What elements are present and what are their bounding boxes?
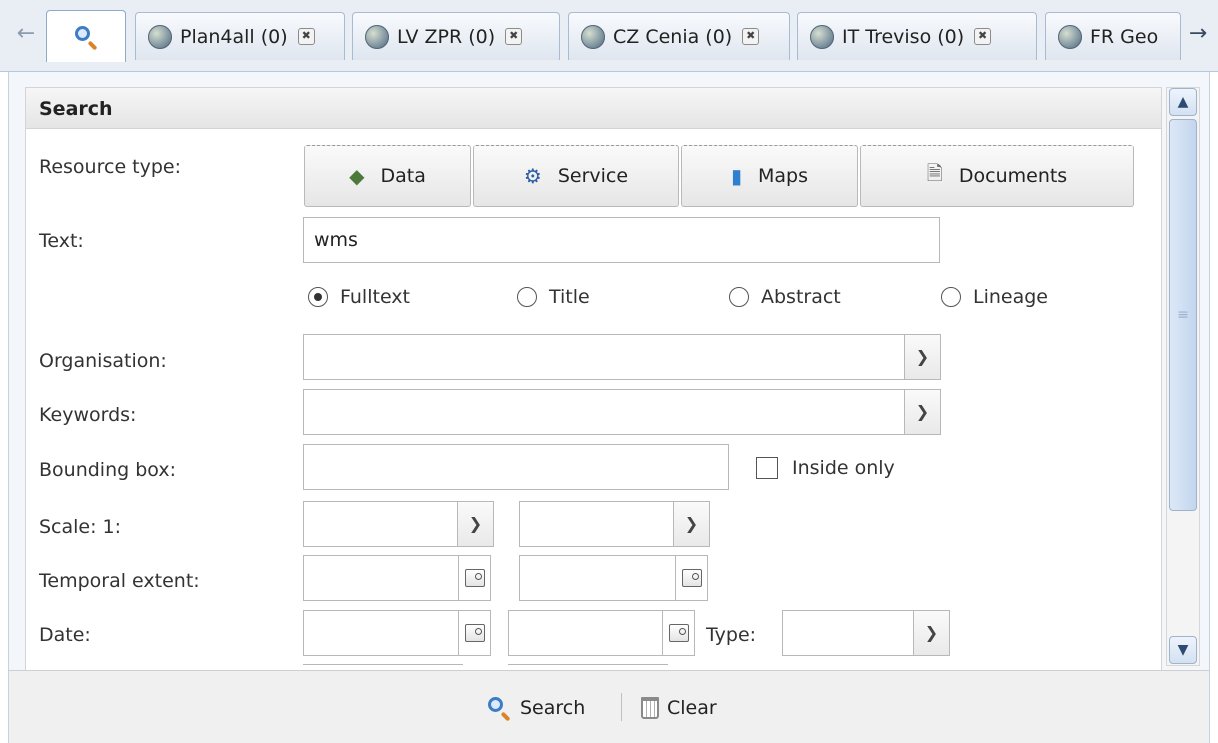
close-icon[interactable]: ✖ xyxy=(505,28,523,45)
globe-icon xyxy=(1058,24,1082,49)
tab-label: LV ZPR (0) xyxy=(397,25,496,48)
scale-label: Scale: 1: xyxy=(39,516,122,538)
temporal-from-input[interactable] xyxy=(303,555,459,601)
resource-documents-button[interactable]: 🗎 Documents xyxy=(860,145,1134,207)
search-button[interactable]: Search xyxy=(486,691,585,725)
radio-title-label: Title xyxy=(549,286,590,308)
tab-scroll-right-button[interactable]: → xyxy=(1180,18,1216,50)
resource-data-label: Data xyxy=(380,165,426,187)
clear-button[interactable]: Clear xyxy=(641,691,717,725)
panel-footer xyxy=(9,670,1209,743)
text-label: Text: xyxy=(39,230,84,252)
tab-label: Plan4all (0) xyxy=(180,25,288,48)
tab-it-treviso[interactable]: IT Treviso (0) ✖ xyxy=(797,12,1037,60)
radio-abstract-label: Abstract xyxy=(761,286,841,308)
scroll-up-icon[interactable]: ▲ xyxy=(1169,88,1197,116)
footer-divider xyxy=(621,693,622,721)
chevron-down-icon[interactable]: ❯ xyxy=(905,334,941,380)
tab-label: IT Treviso (0) xyxy=(842,25,965,48)
close-icon[interactable]: ✖ xyxy=(742,28,760,45)
chevron-down-icon[interactable]: ❯ xyxy=(905,389,941,435)
search-button-label: Search xyxy=(520,697,586,719)
resource-maps-button[interactable]: ▮ Maps xyxy=(681,145,858,207)
tab-cz-cenia[interactable]: CZ Cenia (0) ✖ xyxy=(568,12,790,60)
tab-label: CZ Cenia (0) xyxy=(613,25,733,48)
resource-type-label: Resource type: xyxy=(39,156,182,178)
tab-lv-zpr[interactable]: LV ZPR (0) ✖ xyxy=(352,12,560,60)
scrollbar-thumb[interactable]: ≡ xyxy=(1169,119,1197,511)
radio-button-icon xyxy=(729,287,749,307)
calendar-icon[interactable] xyxy=(459,610,491,656)
document-icon: 🗎 xyxy=(926,161,943,185)
radio-lineage-label: Lineage xyxy=(973,286,1048,308)
globe-icon xyxy=(365,24,389,49)
globe-icon xyxy=(810,24,834,49)
resource-documents-label: Documents xyxy=(958,165,1068,187)
date-from-input[interactable] xyxy=(303,610,459,656)
date-type-combo[interactable] xyxy=(782,610,914,656)
chevron-down-icon[interactable]: ❯ xyxy=(458,501,494,547)
temporal-extent-label: Temporal extent: xyxy=(39,570,200,592)
bounding-box-input[interactable] xyxy=(303,444,729,490)
scale-to-combo[interactable] xyxy=(519,501,674,547)
gear-icon: ⚙ xyxy=(523,164,542,188)
bounding-box-label: Bounding box: xyxy=(39,459,176,481)
scroll-down-icon[interactable]: ▼ xyxy=(1169,636,1197,664)
close-icon[interactable]: ✖ xyxy=(297,28,315,45)
data-layers-icon: ◆ xyxy=(349,164,365,188)
date-to-input[interactable] xyxy=(508,610,663,656)
radio-lineage[interactable]: Lineage xyxy=(941,282,1048,312)
search-icon xyxy=(73,24,99,50)
text-search-input[interactable]: wms xyxy=(303,217,940,263)
tab-scroll-left-button[interactable]: ← xyxy=(8,18,44,50)
inside-only-label: Inside only xyxy=(792,457,895,479)
tab-search[interactable] xyxy=(46,10,126,62)
radio-fulltext-label: Fulltext xyxy=(340,286,410,308)
tab-label: FR Geo xyxy=(1090,25,1159,48)
calendar-icon[interactable] xyxy=(459,555,491,601)
organisation-combo[interactable] xyxy=(303,334,905,380)
date-label: Date: xyxy=(39,624,91,646)
date-type-label: Type: xyxy=(706,624,757,646)
inside-only-checkbox[interactable]: Inside only xyxy=(756,455,895,481)
trash-icon xyxy=(641,697,659,719)
keywords-combo[interactable] xyxy=(303,389,905,435)
search-icon xyxy=(486,695,512,722)
map-icon: ▮ xyxy=(730,164,742,188)
radio-button-icon xyxy=(308,287,328,307)
radio-abstract[interactable]: Abstract xyxy=(729,282,841,312)
close-icon[interactable]: ✖ xyxy=(974,28,992,45)
tab-plan4all[interactable]: Plan4all (0) ✖ xyxy=(135,12,345,60)
resource-service-label: Service xyxy=(557,165,629,187)
globe-icon xyxy=(581,24,605,49)
temporal-to-input[interactable] xyxy=(519,555,676,601)
resource-maps-label: Maps xyxy=(758,165,808,187)
radio-fulltext[interactable]: Fulltext xyxy=(308,282,410,312)
globe-icon xyxy=(148,24,172,49)
keywords-label: Keywords: xyxy=(39,404,137,426)
panel-title: Search xyxy=(25,87,1162,129)
resource-service-button[interactable]: ⚙ Service xyxy=(473,145,679,207)
chevron-down-icon[interactable]: ❯ xyxy=(914,610,950,656)
calendar-icon[interactable] xyxy=(676,555,708,601)
radio-title[interactable]: Title xyxy=(517,282,590,312)
scale-from-combo[interactable] xyxy=(303,501,458,547)
radio-button-icon xyxy=(517,287,537,307)
organisation-label: Organisation: xyxy=(39,350,167,372)
clear-button-label: Clear xyxy=(667,697,717,719)
checkbox-icon xyxy=(756,457,778,479)
radio-button-icon xyxy=(941,287,961,307)
chevron-down-icon[interactable]: ❯ xyxy=(674,501,710,547)
resource-data-button[interactable]: ◆ Data xyxy=(304,145,471,207)
calendar-icon[interactable] xyxy=(663,610,695,656)
tab-fr-geo[interactable]: FR Geo xyxy=(1045,12,1181,60)
